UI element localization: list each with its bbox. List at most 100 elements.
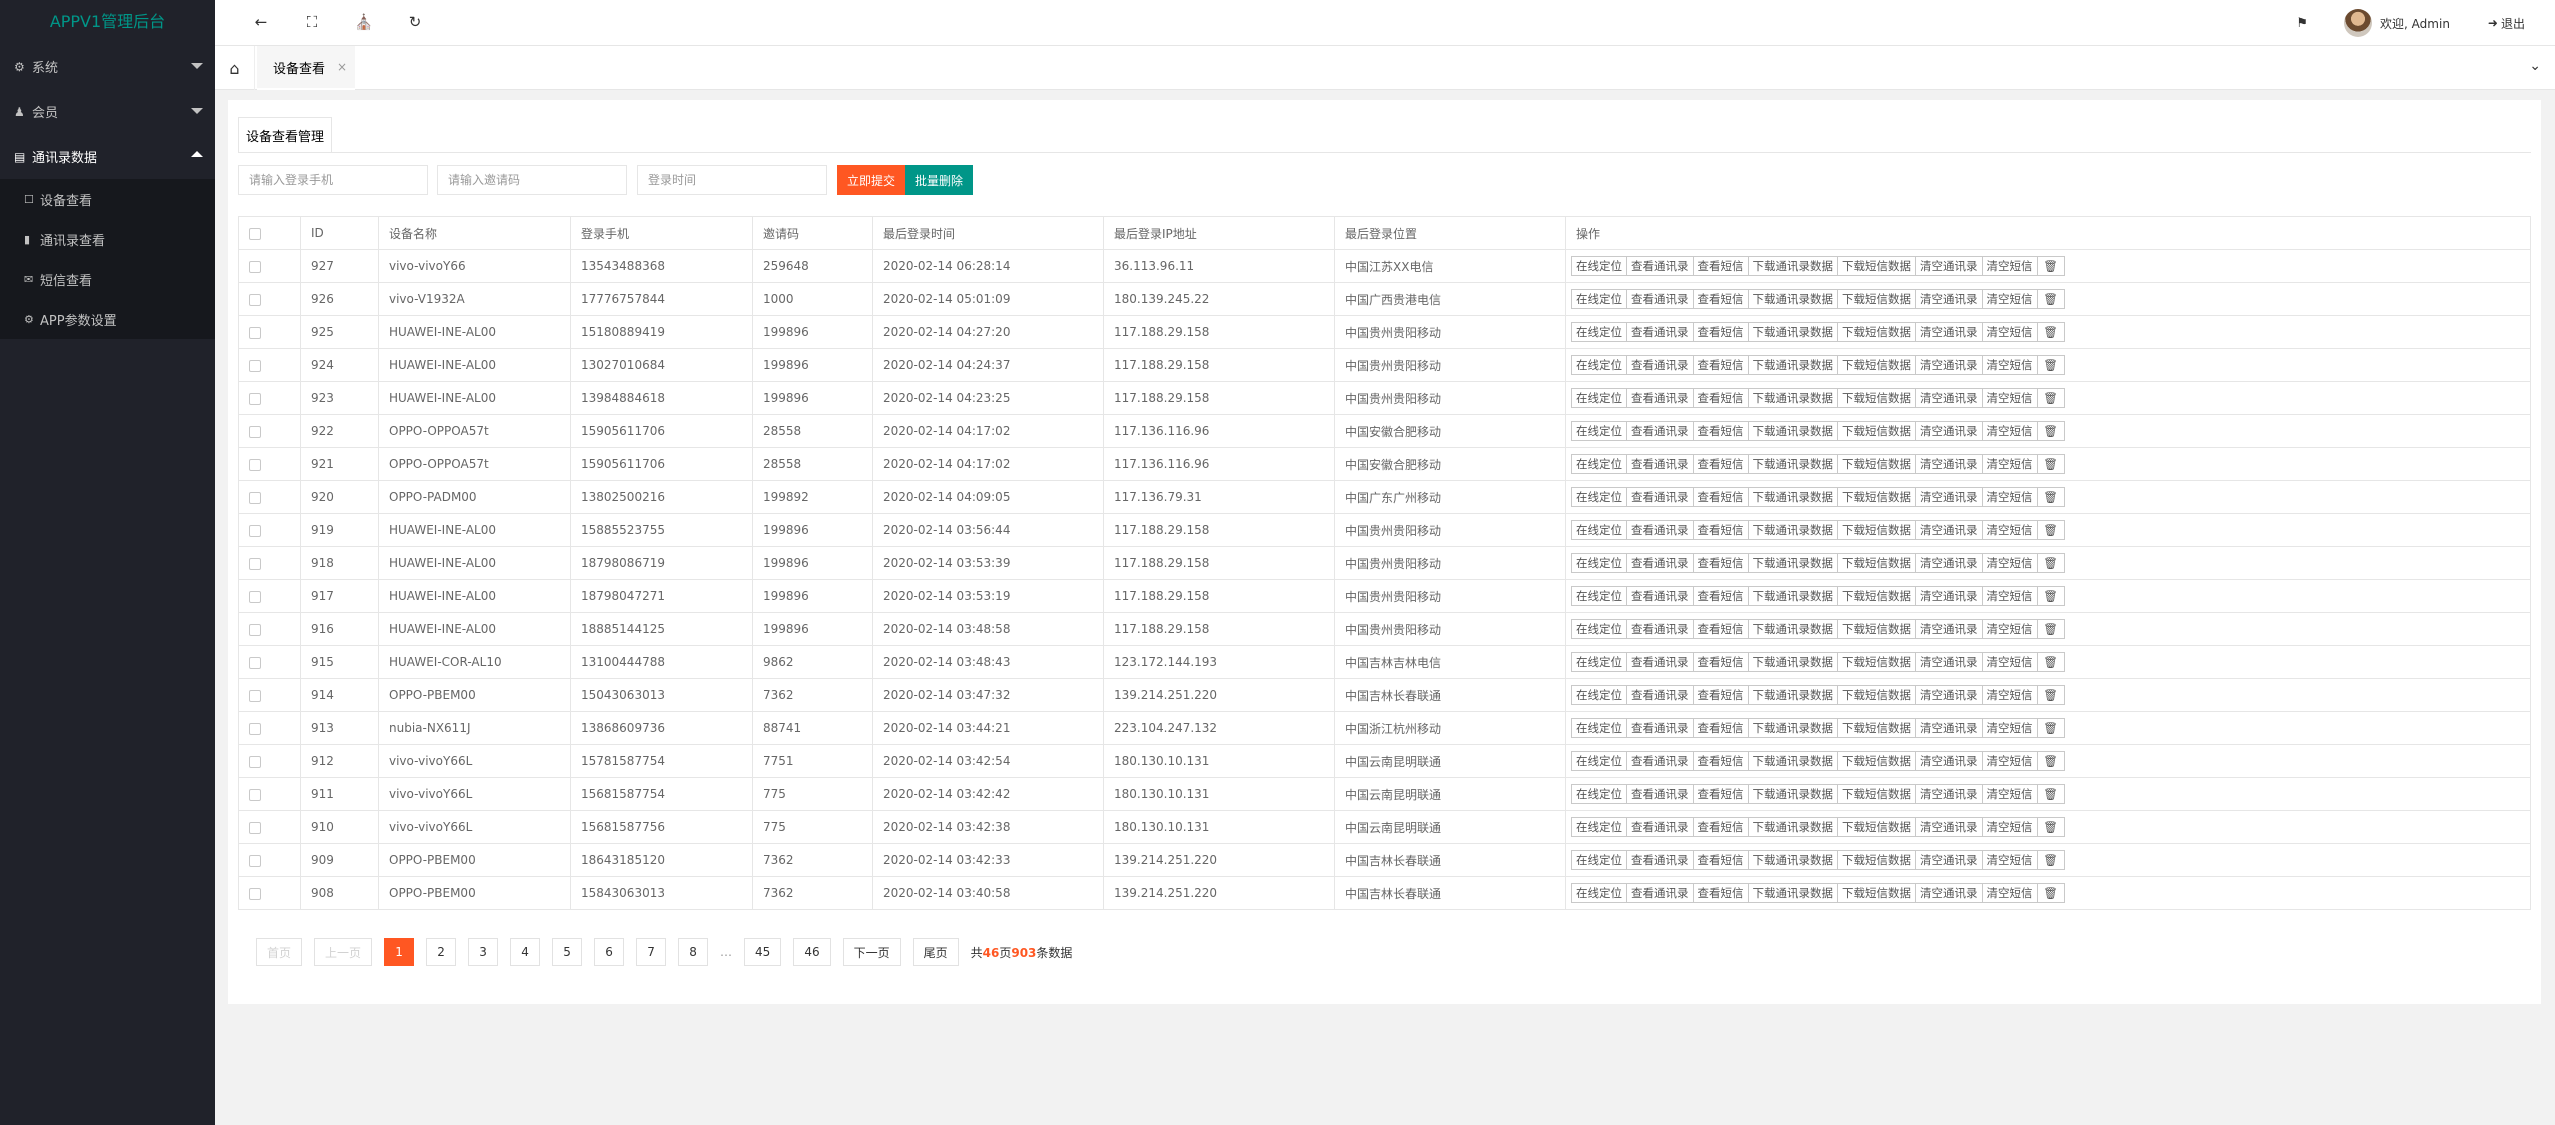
row-action-button[interactable]: 在线定位 (1571, 850, 1627, 870)
row-action-button[interactable]: 清空短信 (1981, 850, 2038, 870)
row-action-button[interactable]: 下载短信数据 (1837, 751, 1916, 771)
logout-link[interactable]: 退出 (2501, 15, 2525, 32)
row-checkbox[interactable] (249, 821, 261, 834)
row-action-button[interactable]: 查看短信 (1692, 685, 1749, 705)
row-action-button[interactable]: 下载短信数据 (1837, 388, 1916, 408)
page-button[interactable]: 46 (793, 938, 831, 966)
row-action-button[interactable]: 下载通讯录数据 (1747, 487, 1838, 507)
page-button[interactable]: 45 (744, 938, 782, 966)
row-action-button[interactable]: 下载通讯录数据 (1747, 454, 1838, 474)
row-action-button[interactable]: 下载通讯录数据 (1747, 289, 1838, 309)
row-action-button[interactable]: 查看短信 (1692, 553, 1749, 573)
row-checkbox[interactable] (249, 623, 261, 636)
logout-icon[interactable]: ➜ (2488, 16, 2498, 30)
row-action-button[interactable]: 清空短信 (1981, 454, 2038, 474)
row-action-button[interactable]: 查看短信 (1692, 421, 1749, 441)
sidebar-item-contacts-view[interactable]: ▮ 通讯录查看 (0, 219, 215, 259)
page-button[interactable]: 5 (552, 938, 583, 966)
panel-tab-title[interactable]: 设备查看管理 (238, 117, 332, 153)
row-action-button[interactable]: 清空通讯录 (1915, 256, 1983, 276)
row-action-button[interactable]: 查看通讯录 (1626, 553, 1694, 573)
row-action-button[interactable]: 清空通讯录 (1915, 322, 1983, 342)
row-action-button[interactable]: 清空通讯录 (1915, 388, 1983, 408)
row-action-button[interactable]: 在线定位 (1571, 685, 1627, 705)
table-row[interactable]: 925 HUAWEI-INE-AL00 15180889419 199896 2020-… (238, 315, 2531, 349)
row-action-button[interactable]: 清空短信 (1981, 652, 2038, 672)
row-checkbox[interactable] (249, 293, 261, 306)
column-header[interactable]: 设备名称 (378, 216, 571, 250)
row-action-button[interactable]: 下载通讯录数据 (1747, 355, 1838, 375)
last-page-button[interactable]: 尾页 (912, 938, 959, 966)
row-action-button[interactable]: 清空通讯录 (1915, 421, 1983, 441)
row-action-button[interactable]: 查看通讯录 (1626, 322, 1694, 342)
row-action-button[interactable]: 下载短信数据 (1837, 685, 1916, 705)
trash-icon[interactable]: 🗑 (2036, 322, 2065, 342)
row-action-button[interactable]: 清空通讯录 (1915, 553, 1983, 573)
row-action-button[interactable]: 清空短信 (1981, 289, 2038, 309)
row-action-button[interactable]: 查看短信 (1692, 256, 1749, 276)
page-button[interactable]: 3 (468, 938, 499, 966)
table-row[interactable]: 922 OPPO-OPPOA57t 15905611706 28558 2020-02-… (238, 414, 2531, 448)
row-checkbox[interactable] (249, 557, 261, 570)
row-action-button[interactable]: 清空通讯录 (1915, 850, 1983, 870)
row-action-button[interactable]: 清空通讯录 (1915, 718, 1983, 738)
sidebar-item-sms-view[interactable]: ✉ 短信查看 (0, 259, 215, 299)
row-action-button[interactable]: 下载短信数据 (1837, 520, 1916, 540)
row-action-button[interactable]: 清空通讯录 (1915, 784, 1983, 804)
row-action-button[interactable]: 清空短信 (1981, 883, 2038, 903)
row-action-button[interactable]: 查看通讯录 (1626, 289, 1694, 309)
trash-icon[interactable]: 🗑 (2036, 487, 2065, 507)
table-row[interactable]: 915 HUAWEI-COR-AL10 13100444788 9862 2020-02… (238, 645, 2531, 679)
table-row[interactable]: 918 HUAWEI-INE-AL00 18798086719 199896 2020-… (238, 546, 2531, 580)
first-page-button[interactable]: 首页 (256, 938, 303, 966)
trash-icon[interactable]: 🗑 (2036, 817, 2065, 837)
table-row[interactable]: 910 vivo-vivoY66L 15681587756 775 2020-02-14… (238, 810, 2531, 844)
row-action-button[interactable]: 查看通讯录 (1626, 256, 1694, 276)
row-checkbox[interactable] (249, 590, 261, 603)
trash-icon[interactable]: 🗑 (2036, 256, 2065, 276)
row-action-button[interactable]: 清空通讯录 (1915, 751, 1983, 771)
row-action-button[interactable]: 清空短信 (1981, 784, 2038, 804)
login-time-input[interactable] (637, 165, 827, 195)
refresh-icon[interactable]: ↻ (405, 13, 425, 31)
row-action-button[interactable]: 查看通讯录 (1626, 355, 1694, 375)
row-action-button[interactable]: 下载通讯录数据 (1747, 322, 1838, 342)
row-action-button[interactable]: 下载通讯录数据 (1747, 685, 1838, 705)
trash-icon[interactable]: 🗑 (2036, 883, 2065, 903)
row-action-button[interactable]: 清空短信 (1981, 421, 2038, 441)
row-action-button[interactable]: 查看短信 (1692, 520, 1749, 540)
row-action-button[interactable]: 查看通讯录 (1626, 718, 1694, 738)
row-checkbox[interactable] (249, 359, 261, 372)
page-button[interactable]: 7 (636, 938, 667, 966)
app-logo-title[interactable]: APPV1管理后台 (0, 0, 215, 44)
row-action-button[interactable]: 在线定位 (1571, 751, 1627, 771)
row-action-button[interactable]: 查看通讯录 (1626, 487, 1694, 507)
row-action-button[interactable]: 在线定位 (1571, 652, 1627, 672)
row-action-button[interactable]: 查看短信 (1692, 784, 1749, 804)
row-action-button[interactable]: 清空短信 (1981, 751, 2038, 771)
row-action-button[interactable]: 下载短信数据 (1837, 421, 1916, 441)
phone-search-input[interactable] (238, 165, 428, 195)
row-action-button[interactable]: 清空通讯录 (1915, 487, 1983, 507)
row-action-button[interactable]: 在线定位 (1571, 520, 1627, 540)
trash-icon[interactable]: 🗑 (2036, 850, 2065, 870)
row-action-button[interactable]: 在线定位 (1571, 388, 1627, 408)
row-action-button[interactable]: 在线定位 (1571, 784, 1627, 804)
row-action-button[interactable]: 下载通讯录数据 (1747, 751, 1838, 771)
tab-device-view[interactable]: 设备查看 × (257, 46, 355, 90)
table-row[interactable]: 923 HUAWEI-INE-AL00 13984884618 199896 2020-… (238, 381, 2531, 415)
row-action-button[interactable]: 在线定位 (1571, 487, 1627, 507)
prev-page-button[interactable]: 上一页 (314, 938, 373, 966)
row-action-button[interactable]: 清空通讯录 (1915, 454, 1983, 474)
table-row[interactable]: 913 nubia-NX611J 13868609736 88741 2020-02-1… (238, 711, 2531, 745)
row-action-button[interactable]: 查看通讯录 (1626, 421, 1694, 441)
trash-icon[interactable]: 🗑 (2036, 784, 2065, 804)
row-checkbox[interactable] (249, 722, 261, 735)
row-checkbox[interactable] (249, 656, 261, 669)
row-action-button[interactable]: 查看短信 (1692, 850, 1749, 870)
batch-delete-button[interactable]: 批量删除 (905, 165, 973, 195)
row-checkbox[interactable] (249, 392, 261, 405)
row-action-button[interactable]: 清空短信 (1981, 388, 2038, 408)
column-header[interactable]: 最后登录时间 (872, 216, 1104, 250)
table-row[interactable]: 921 OPPO-OPPOA57t 15905611706 28558 2020-02-… (238, 447, 2531, 481)
